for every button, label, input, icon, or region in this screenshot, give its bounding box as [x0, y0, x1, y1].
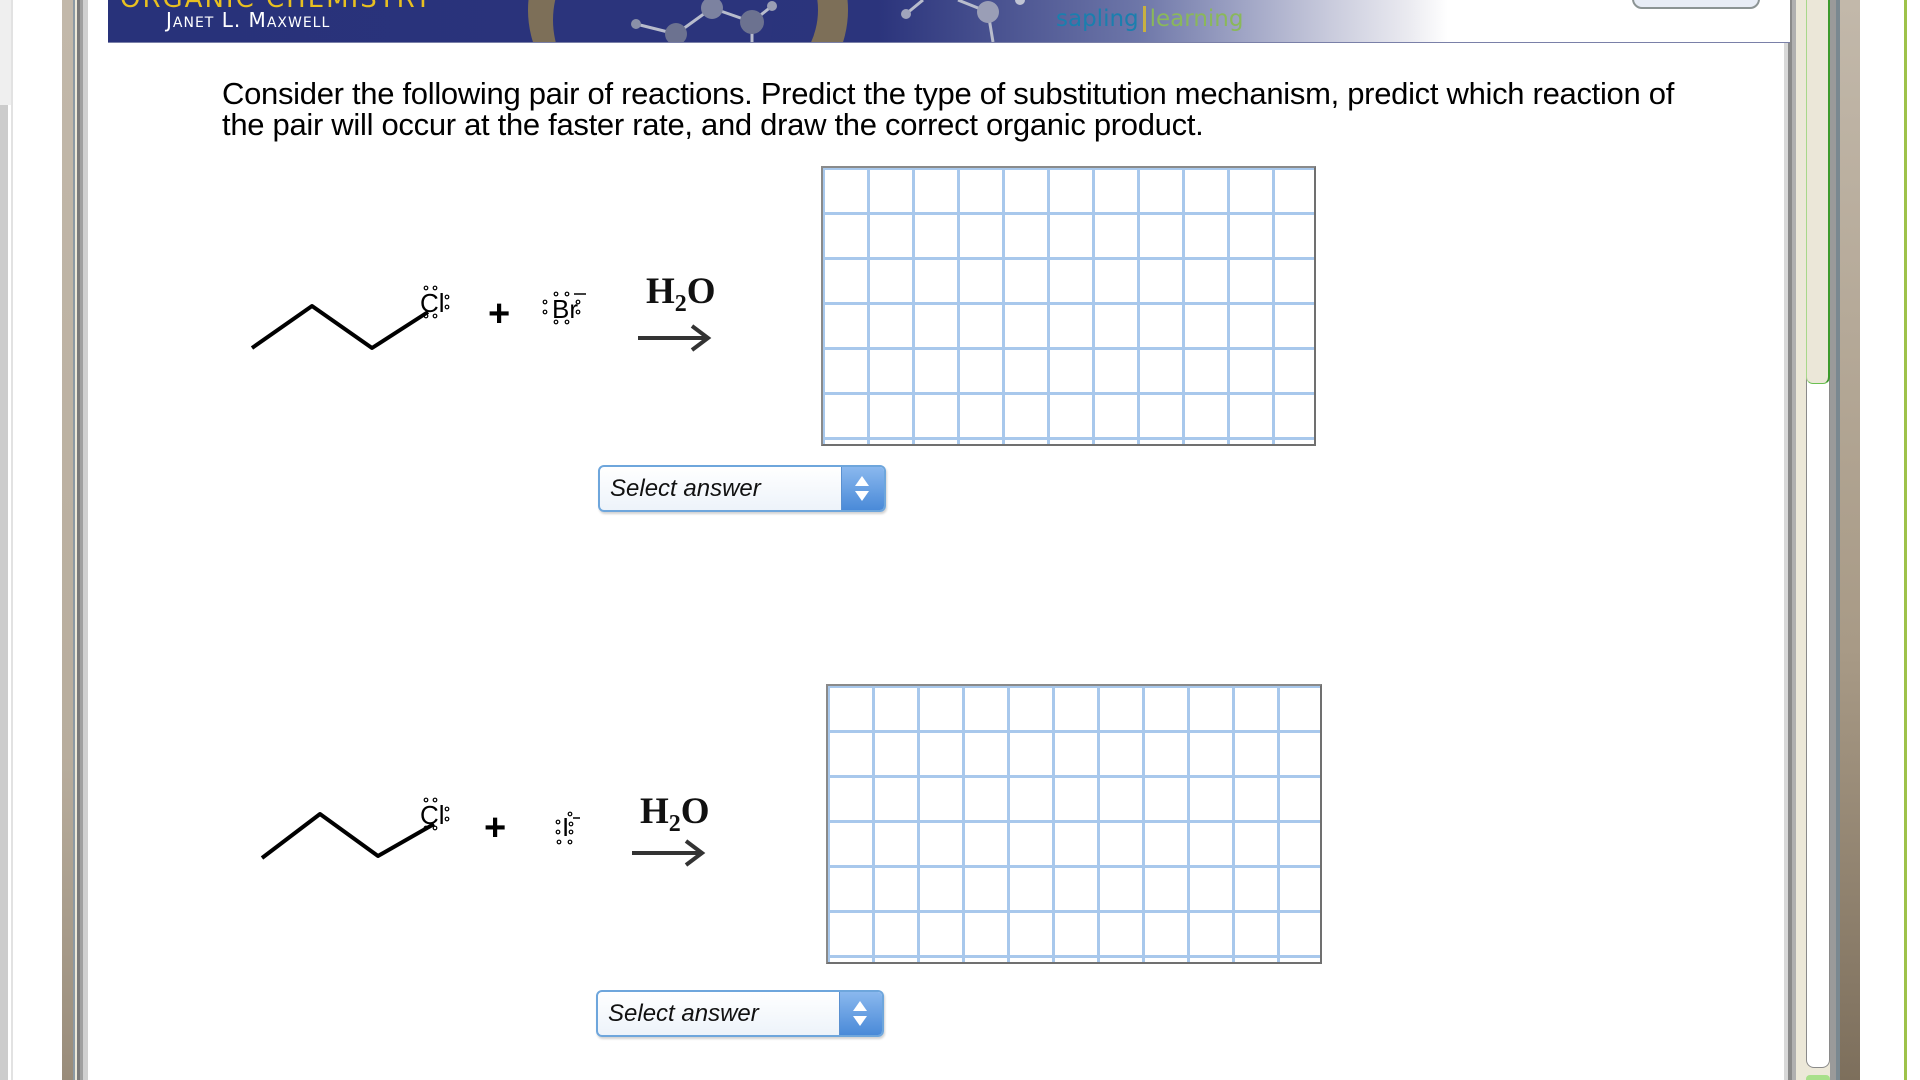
- right-panel-border: [1904, 0, 1907, 1080]
- sapling-tree-icon: [1142, 6, 1146, 32]
- alkyl-chain-2: [260, 812, 435, 860]
- answer-select-1-value: Select answer: [610, 475, 761, 502]
- bromide-ion: Br: [552, 294, 578, 324]
- browser-edge-line: [11, 0, 13, 1080]
- browser-edge: [0, 0, 11, 105]
- content-frame-left-border: [62, 0, 88, 1080]
- scrollbar-thumb[interactable]: [1806, 0, 1830, 384]
- brand-sapling: sapling: [1056, 6, 1139, 32]
- question-text: Consider the following pair of reactions…: [222, 76, 1675, 142]
- top-right-button[interactable]: [1632, 0, 1760, 9]
- reaction-arrow-2-icon: [632, 839, 706, 867]
- molecule-decoration-icon: [631, 0, 1025, 42]
- reaction-arrow-1-icon: [638, 324, 712, 352]
- brand-learning: learning: [1149, 6, 1244, 32]
- scrollbar-next-segment[interactable]: [1806, 1075, 1830, 1080]
- iodide-ion: I: [562, 812, 569, 842]
- updown-arrows-icon[interactable]: [841, 467, 884, 510]
- answer-select-2-value: Select answer: [608, 1000, 759, 1027]
- answer-select-2[interactable]: Select answer: [596, 990, 884, 1037]
- chlorine-atom-2: Cl: [420, 800, 445, 830]
- chlorine-atom-1: Cl: [420, 288, 445, 318]
- solvent-label-1: H2O: [646, 271, 716, 317]
- answer-select-1[interactable]: Select answer: [598, 465, 886, 512]
- browser-edge-lower: [0, 105, 8, 1080]
- updown-arrows-icon[interactable]: [839, 992, 882, 1035]
- plus-sign-2: +: [484, 807, 506, 849]
- sapling-learning-logo: sapling learning: [1056, 6, 1243, 32]
- alkyl-chain-1: [250, 304, 430, 350]
- product-drawing-canvas-2[interactable]: [826, 684, 1322, 964]
- product-drawing-canvas-1[interactable]: [821, 166, 1316, 446]
- plus-sign-1: +: [488, 293, 510, 335]
- textbook-banner: ORGANIC CHEMISTRY Janet L. Maxwell sapli…: [108, 0, 1790, 43]
- solvent-label-2: H2O: [640, 791, 710, 837]
